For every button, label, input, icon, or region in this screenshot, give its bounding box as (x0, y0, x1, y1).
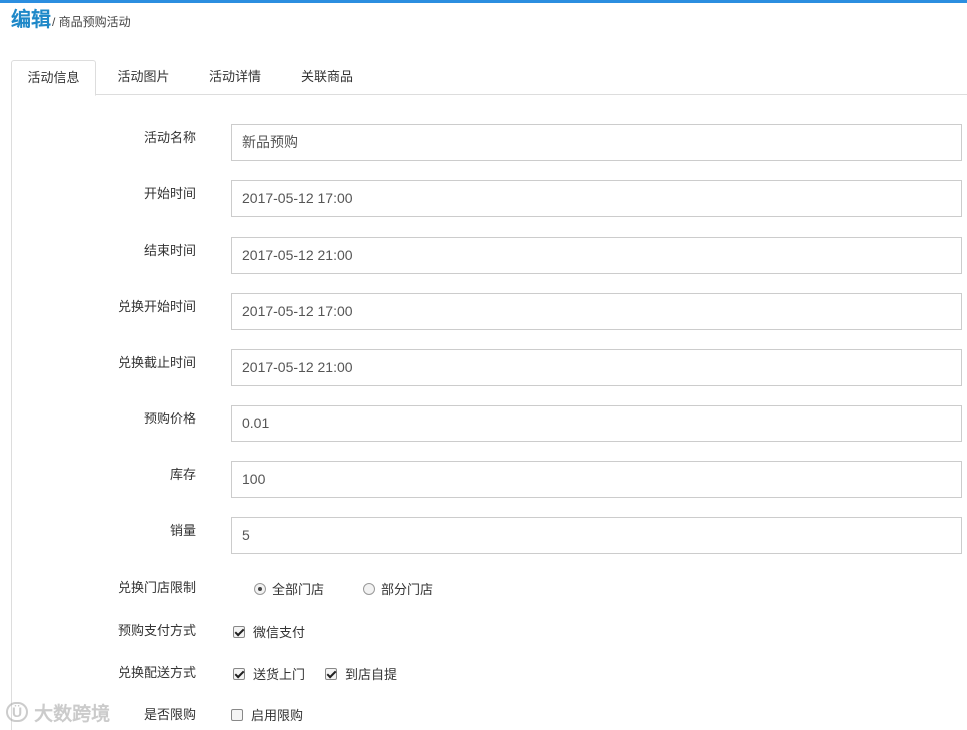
payment-method-label: 预购支付方式 (117, 623, 196, 638)
redeem-start-label: 兑换开始时间 (117, 299, 196, 314)
store-pickup-option[interactable]: 到店自提 (325, 664, 397, 683)
tab-activity-images[interactable]: 活动图片 (101, 60, 186, 95)
tab-related-products[interactable]: 关联商品 (283, 60, 371, 95)
start-time-input[interactable]: 2017-05-12 17:00 (231, 180, 962, 217)
start-time-label: 开始时间 (143, 186, 196, 201)
enable-limit-option[interactable]: 启用限购 (231, 705, 303, 724)
wechat-pay-option[interactable]: 微信支付 (233, 622, 305, 641)
all-stores-radio[interactable] (254, 582, 266, 595)
presale-price-input[interactable]: 0.01 (231, 405, 962, 442)
stock-input[interactable]: 100 (231, 461, 962, 498)
watermark: Ü 大数跨境 (6, 699, 110, 725)
partial-stores-text: 部分门店 (381, 582, 434, 597)
activity-name-input[interactable]: 新品预购 (231, 124, 962, 161)
redeem-end-input[interactable]: 2017-05-12 21:00 (231, 349, 962, 386)
enable-limit-text: 启用限购 (251, 708, 304, 723)
sales-label: 销量 (169, 523, 196, 538)
stock-label: 库存 (169, 467, 196, 482)
wechat-pay-checkbox[interactable] (233, 625, 245, 638)
wechat-pay-text: 微信支付 (253, 625, 306, 640)
watermark-logo-icon: Ü (6, 702, 29, 722)
home-delivery-text: 送货上门 (253, 667, 306, 682)
store-limit-label: 兑换门店限制 (117, 580, 196, 595)
page-header: 编辑 / 商品预购活动 (11, 6, 131, 32)
all-stores-option[interactable]: 全部门店 (254, 579, 324, 598)
page-title: 编辑 (11, 9, 51, 31)
redeem-end-label: 兑换截止时间 (117, 355, 196, 370)
store-pickup-checkbox[interactable] (325, 667, 337, 680)
tab-bar: 活动信息 活动图片 活动详情 关联商品 (11, 60, 967, 96)
redeem-start-input[interactable]: 2017-05-12 17:00 (231, 293, 962, 330)
watermark-text: 大数跨境 (34, 703, 111, 725)
store-pickup-text: 到店自提 (345, 667, 398, 682)
end-time-input[interactable]: 2017-05-12 21:00 (231, 237, 962, 274)
sales-input[interactable]: 5 (231, 517, 962, 554)
presale-price-label: 预购价格 (143, 411, 196, 426)
enable-limit-checkbox[interactable] (231, 708, 243, 721)
partial-stores-radio[interactable] (363, 582, 375, 595)
delivery-method-label: 兑换配送方式 (117, 665, 196, 680)
breadcrumb: / 商品预购活动 (52, 15, 131, 29)
partial-stores-option[interactable]: 部分门店 (363, 579, 433, 598)
form-panel: 活动名称 新品预购 开始时间 2017-05-12 17:00 结束时间 201… (11, 95, 967, 730)
home-delivery-option[interactable]: 送货上门 (233, 664, 305, 683)
tab-activity-info[interactable]: 活动信息 (11, 60, 96, 96)
end-time-label: 结束时间 (143, 243, 196, 258)
activity-name-label: 活动名称 (143, 130, 196, 145)
top-accent-bar (0, 0, 967, 3)
tab-activity-details[interactable]: 活动详情 (191, 60, 279, 95)
all-stores-text: 全部门店 (272, 582, 325, 597)
home-delivery-checkbox[interactable] (233, 667, 245, 680)
